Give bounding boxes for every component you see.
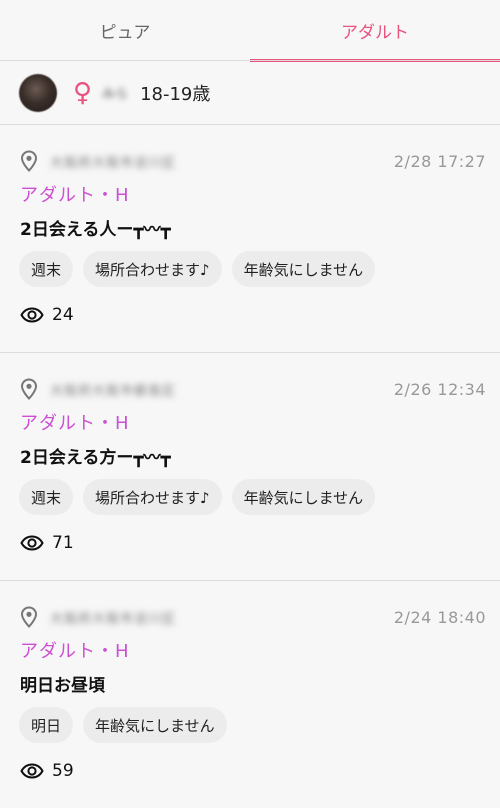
tag: 場所合わせます♪ [83, 251, 222, 287]
tab-adult[interactable]: アダルト [250, 0, 500, 62]
avatar[interactable] [19, 73, 57, 112]
post-item[interactable]: 大阪府大阪市都島区 2/26 12:34 アダルト・H 2日会える方ー┳〰┳ 週… [0, 353, 500, 581]
female-icon: ♀ [73, 77, 93, 108]
map-pin-icon [20, 150, 38, 172]
view-count-row: 71 [20, 533, 74, 553]
user-profile-row[interactable]: ♀ みら 18-19歳 [0, 61, 500, 125]
post-date: 2/24 18:40 [393, 607, 486, 627]
tab-bar: ピュア アダルト [0, 0, 500, 62]
post-title: 2日会える人ー┳〰┳ [20, 220, 171, 240]
view-count-row: 24 [20, 305, 74, 325]
post-category: アダルト・H [20, 413, 130, 434]
map-pin-icon [20, 606, 38, 628]
view-count: 71 [52, 533, 74, 553]
tag: 年齢気にしません [83, 707, 227, 743]
eye-icon [20, 307, 44, 323]
eye-icon [20, 763, 44, 779]
post-item[interactable]: 大阪府大阪市淀川区 2/24 18:40 アダルト・H 明日お昼頃 明日 年齢気… [0, 581, 500, 808]
view-count: 24 [52, 305, 74, 325]
tab-pure[interactable]: ピュア [0, 0, 250, 60]
post-title: 明日お昼頃 [20, 676, 105, 696]
view-count: 59 [52, 761, 74, 781]
post-header: 大阪府大阪市都島区 2/26 12:34 [20, 377, 486, 401]
tag: 年齢気にしません [231, 251, 376, 287]
user-name: みら [102, 87, 129, 102]
post-date: 2/28 17:27 [393, 151, 486, 171]
post-tags: 週末 場所合わせます♪ 年齢気にしません [19, 479, 376, 515]
post-location: 大阪府大阪市淀川区 [50, 155, 177, 171]
tag: 週末 [19, 251, 74, 287]
post-category: アダルト・H [20, 641, 130, 662]
post-tags: 週末 場所合わせます♪ 年齢気にしません [19, 251, 376, 287]
post-title: 2日会える方ー┳〰┳ [20, 448, 171, 468]
user-age: 18-19歳 [140, 83, 211, 105]
tag: 週末 [19, 479, 74, 515]
eye-icon [20, 535, 44, 551]
post-header: 大阪府大阪市淀川区 2/24 18:40 [20, 605, 486, 629]
post-location: 大阪府大阪市淀川区 [50, 611, 177, 627]
view-count-row: 59 [20, 761, 74, 781]
post-header: 大阪府大阪市淀川区 2/28 17:27 [20, 149, 486, 173]
map-pin-icon [20, 378, 38, 400]
post-tags: 明日 年齢気にしません [19, 707, 227, 743]
post-category: アダルト・H [20, 185, 130, 206]
post-location: 大阪府大阪市都島区 [50, 383, 177, 399]
tag: 場所合わせます♪ [83, 479, 222, 515]
post-item[interactable]: 大阪府大阪市淀川区 2/28 17:27 アダルト・H 2日会える人ー┳〰┳ 週… [0, 125, 500, 353]
tag: 年齢気にしません [231, 479, 376, 515]
post-date: 2/26 12:34 [393, 379, 486, 399]
tag: 明日 [19, 707, 74, 743]
